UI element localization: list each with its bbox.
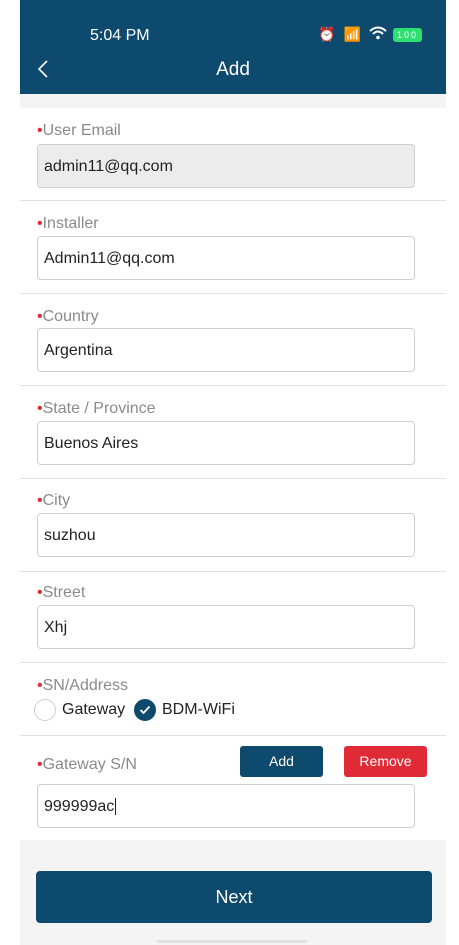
country-field[interactable]: Argentina [37, 328, 415, 372]
status-time: 5:04 PM [90, 27, 150, 44]
field-city: •City suzhou [20, 479, 446, 572]
check-icon [139, 705, 151, 715]
text-cursor [115, 798, 117, 815]
installer-field[interactable]: Admin11@qq.com [37, 236, 415, 280]
app-screen: 5:04 PM ⏰ 📶 100 Add •User Email admin11@… [20, 0, 446, 945]
field-state: •State / Province Buenos Aires [20, 386, 446, 479]
remove-button[interactable]: Remove [344, 746, 427, 777]
state-label: State / Province [42, 400, 156, 417]
street-field[interactable]: Xhj [37, 605, 415, 649]
battery-icon: 100 [392, 27, 422, 42]
radio-gateway-label: Gateway [62, 701, 126, 718]
wifi-icon [369, 26, 387, 43]
country-label: Country [42, 308, 99, 325]
field-country: •Country Argentina [20, 294, 446, 386]
page-title: Add [216, 59, 250, 80]
city-field[interactable]: suzhou [37, 513, 415, 557]
signal-icon: 📶 [343, 26, 363, 42]
add-button[interactable]: Add [240, 746, 323, 777]
sn-address-label: SN/Address [42, 677, 128, 694]
field-gateway-sn: •Gateway S/N Add Remove 999999ac [20, 736, 446, 840]
header-bar: 5:04 PM ⏰ 📶 100 Add [20, 0, 446, 94]
user-email-field[interactable]: admin11@qq.com [37, 144, 415, 188]
radio-checked-icon [134, 699, 156, 721]
gateway-sn-value: 999999ac [44, 798, 115, 815]
street-label: Street [42, 584, 86, 601]
field-street: •Street Xhj [20, 572, 446, 663]
status-icons: ⏰ 📶 100 [318, 26, 422, 43]
alarm-icon: ⏰ [318, 26, 338, 42]
state-field[interactable]: Buenos Aires [37, 421, 415, 465]
field-sn-address: •SN/Address Gateway BDM-WiFi [20, 663, 446, 736]
field-user-email: •User Email admin11@qq.com [20, 108, 446, 201]
installer-label: Installer [42, 215, 99, 232]
radio-bdm-wifi[interactable]: BDM-WiFi [134, 699, 235, 721]
gateway-sn-field[interactable]: 999999ac [37, 784, 415, 828]
home-indicator [157, 940, 307, 943]
user-email-label: User Email [42, 122, 121, 139]
gateway-sn-label: Gateway S/N [42, 756, 137, 773]
radio-bdm-wifi-label: BDM-WiFi [162, 701, 235, 718]
next-button[interactable]: Next [36, 871, 432, 923]
radio-unchecked-icon [34, 699, 56, 721]
field-installer: •Installer Admin11@qq.com [20, 201, 446, 294]
radio-gateway[interactable]: Gateway [34, 699, 125, 721]
city-label: City [42, 492, 71, 509]
